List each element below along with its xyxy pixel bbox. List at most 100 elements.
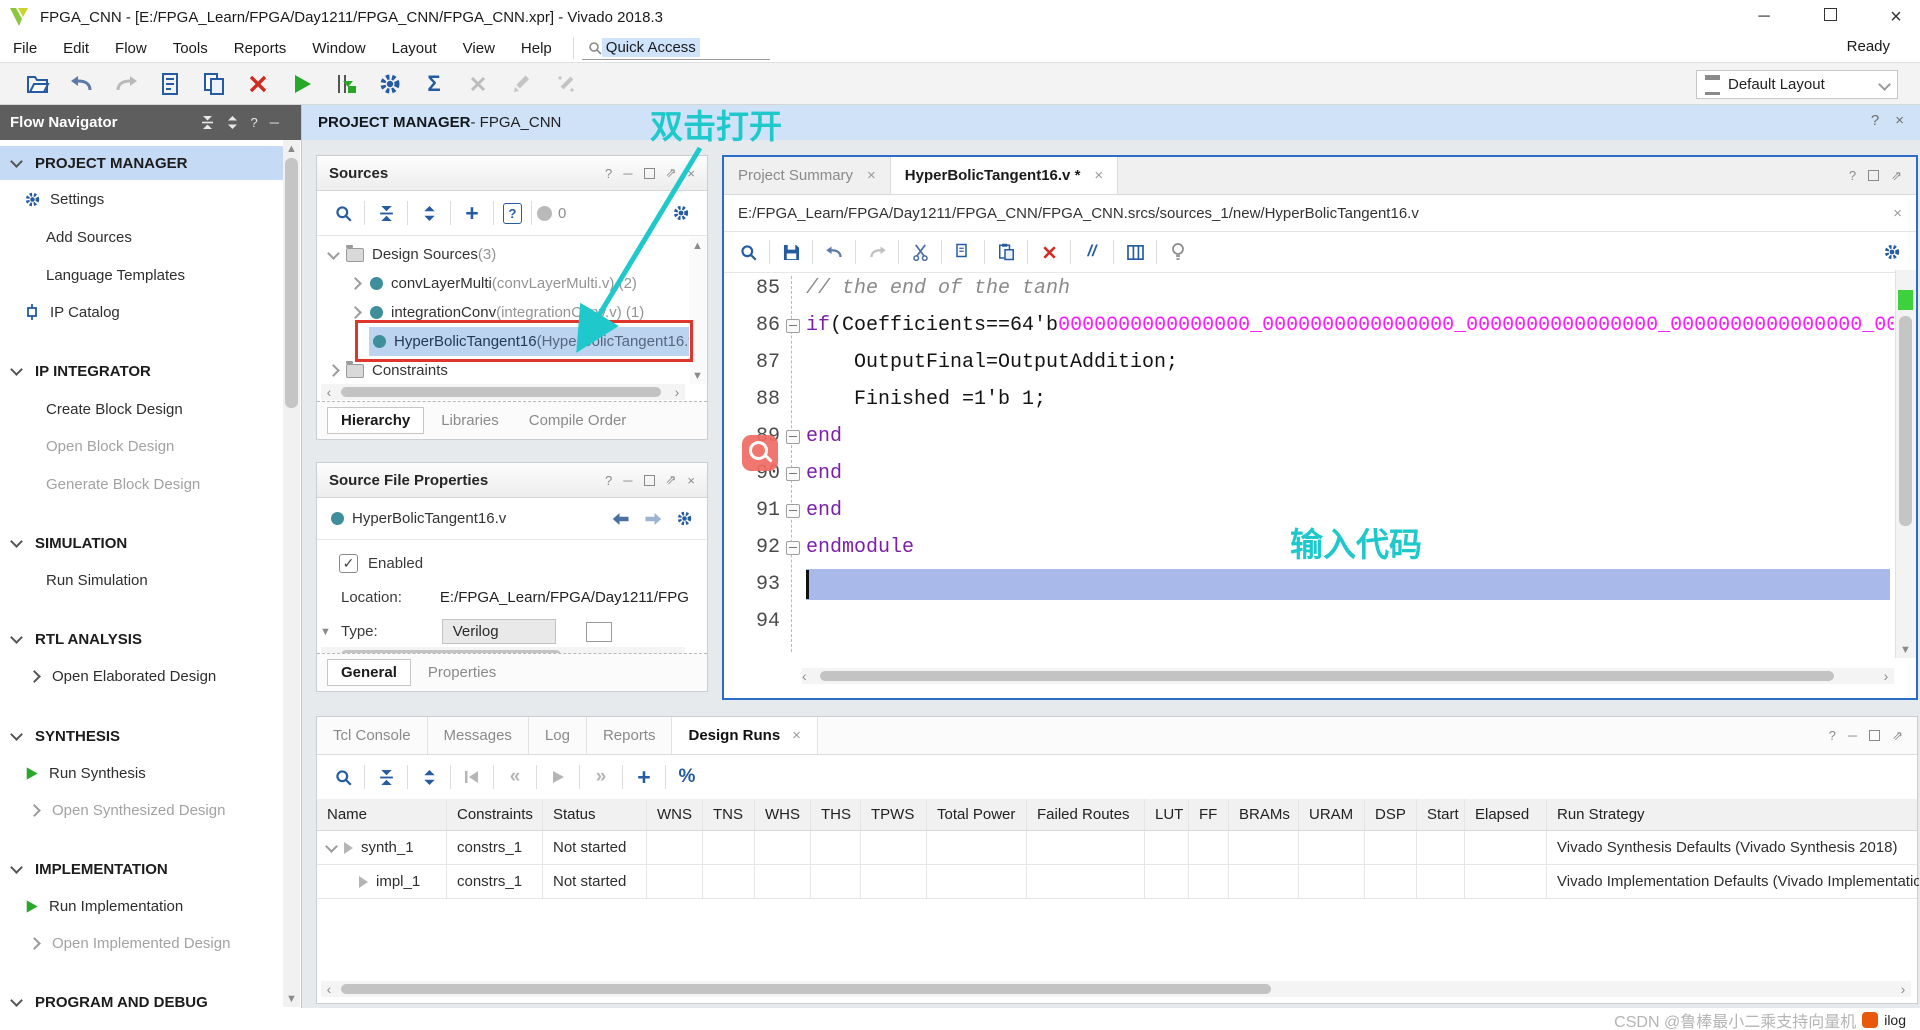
sidebar-item-program-and-debug[interactable]: PROGRAM AND DEBUG	[0, 985, 295, 1008]
help-icon[interactable]: ?	[605, 166, 612, 181]
columns-icon[interactable]	[1123, 240, 1147, 264]
tab-general[interactable]: General	[327, 659, 411, 686]
col-tpws[interactable]: TPWS	[861, 799, 927, 830]
col-wns[interactable]: WNS	[647, 799, 703, 830]
float-panel-icon[interactable]: ⇗	[666, 165, 677, 181]
sidebar-item-synthesis[interactable]: SYNTHESIS	[0, 719, 295, 753]
sidebar-item-language-templates[interactable]: Language Templates	[0, 258, 301, 292]
gear-icon[interactable]	[669, 201, 693, 225]
help-doc-icon[interactable]: ?	[503, 202, 522, 224]
menu-edit[interactable]: Edit	[50, 40, 102, 57]
tab-log[interactable]: Log	[529, 717, 587, 754]
gear-icon[interactable]	[676, 510, 693, 527]
sources-hscrollbar[interactable]: ‹ ›	[321, 384, 685, 400]
minimize-panel-icon[interactable]: ─	[623, 166, 632, 181]
help-icon[interactable]: ?	[251, 115, 258, 130]
tab-hyperbolictangent16[interactable]: HyperBolicTangent16.v * ×	[890, 157, 1119, 194]
copy-icon[interactable]	[951, 240, 975, 264]
float-panel-icon[interactable]: ⇗	[1892, 728, 1903, 744]
scroll-right-icon[interactable]: ›	[1895, 981, 1911, 997]
step-icon[interactable]	[333, 71, 359, 97]
quick-access-search[interactable]: Quick Access	[581, 36, 770, 60]
scroll-down-icon[interactable]: ▼	[689, 367, 706, 384]
percent-icon[interactable]: %	[675, 765, 699, 789]
sidebar-item-project-manager[interactable]: PROJECT MANAGER	[0, 146, 295, 180]
close-tab-icon[interactable]: ×	[792, 727, 801, 744]
type-select[interactable]: Verilog	[441, 619, 556, 644]
sigma-icon[interactable]: Σ	[421, 71, 447, 97]
col-whs[interactable]: WHS	[755, 799, 811, 830]
expand-all-icon[interactable]	[417, 765, 441, 789]
sidebar-item-open-elaborated-design[interactable]: Open Elaborated Design	[0, 659, 301, 693]
code-line-86[interactable]: 86 if (Coefficients==64'b 0000000000000000…	[724, 307, 1894, 344]
editor-vscrollbar[interactable]: ▼	[1895, 270, 1916, 658]
undo-icon[interactable]	[69, 71, 95, 97]
run-icon[interactable]	[289, 71, 315, 97]
fold-marker-icon[interactable]	[786, 429, 800, 444]
fold-marker-icon[interactable]	[786, 540, 800, 555]
code-area[interactable]: 85 // the end of the tanh 86 if (Coeffici…	[724, 270, 1894, 658]
col-failed-routes[interactable]: Failed Routes	[1027, 799, 1145, 830]
menu-file[interactable]: File	[0, 40, 50, 57]
search-icon[interactable]	[331, 765, 355, 789]
scrollbar-thumb[interactable]	[341, 387, 661, 397]
col-uram[interactable]: URAM	[1299, 799, 1365, 830]
col-lut[interactable]: LUT	[1145, 799, 1189, 830]
scrollbar-thumb[interactable]	[341, 984, 1271, 994]
code-line-85[interactable]: 85 // the end of the tanh	[724, 270, 1894, 307]
minimize-button[interactable]: ─	[1750, 8, 1778, 26]
col-brams[interactable]: BRAMs	[1229, 799, 1299, 830]
col-constraints[interactable]: Constraints	[447, 799, 543, 830]
editor-hscrollbar[interactable]: ‹ ›	[802, 668, 1894, 684]
flow-navigator-scrollbar[interactable]: ▲ ▼	[283, 140, 300, 1007]
design-runs-hscrollbar[interactable]: ‹ ›	[321, 981, 1911, 997]
maximize-panel-icon[interactable]	[643, 167, 655, 179]
sidebar-item-run-simulation[interactable]: Run Simulation	[0, 563, 301, 597]
scroll-right-icon[interactable]: ›	[669, 384, 685, 400]
col-run-strategy[interactable]: Run Strategy	[1547, 799, 1919, 830]
scroll-left-icon[interactable]: ‹	[802, 668, 807, 684]
table-row-synth-1[interactable]: synth_1 constrs_1 Not started Vivado Syn…	[317, 831, 1917, 865]
delete-icon[interactable]	[1037, 240, 1061, 264]
close-panel-icon[interactable]: ×	[687, 473, 695, 488]
col-ths[interactable]: THS	[811, 799, 861, 830]
tab-hierarchy[interactable]: Hierarchy	[327, 407, 425, 434]
tab-design-runs[interactable]: Design Runs ×	[672, 717, 818, 754]
sidebar-item-run-synthesis[interactable]: Run Synthesis	[0, 756, 301, 790]
tree-item-convlayermulti[interactable]: convLayerMulti (convLayerMulti.v) (2)	[317, 269, 707, 298]
minimize-panel-icon[interactable]: ─	[270, 115, 279, 130]
minimize-panel-icon[interactable]: ─	[623, 473, 632, 488]
type-spinner[interactable]	[585, 621, 612, 642]
sidebar-item-simulation[interactable]: SIMULATION	[0, 526, 295, 560]
back-arrow-icon[interactable]	[612, 512, 630, 526]
tab-reports[interactable]: Reports	[587, 717, 673, 754]
open-project-icon[interactable]	[25, 71, 51, 97]
expand-all-icon[interactable]	[417, 201, 441, 225]
enabled-checkbox[interactable]: ✓	[339, 554, 358, 573]
scroll-down-icon[interactable]: ▼	[1897, 641, 1914, 658]
scrollbar-thumb[interactable]	[820, 671, 1834, 681]
copy-icon[interactable]	[201, 71, 227, 97]
menu-help[interactable]: Help	[508, 40, 565, 57]
fold-marker-icon[interactable]	[786, 318, 800, 333]
paste-icon[interactable]	[994, 240, 1018, 264]
close-icon[interactable]: ×	[1893, 205, 1902, 222]
tab-messages[interactable]: Messages	[428, 717, 529, 754]
run-play-icon[interactable]	[359, 875, 368, 888]
fold-marker-icon[interactable]	[786, 466, 800, 481]
gear-icon[interactable]	[1880, 240, 1904, 264]
table-row-impl-1[interactable]: impl_1 constrs_1 Not started Vivado Impl…	[317, 865, 1919, 899]
menu-layout[interactable]: Layout	[379, 40, 450, 57]
maximize-panel-icon[interactable]	[643, 474, 655, 486]
maximize-panel-icon[interactable]	[1868, 170, 1880, 181]
collapse-all-icon[interactable]	[374, 765, 398, 789]
sidebar-item-ip-catalog[interactable]: IP Catalog	[0, 295, 301, 329]
delete-icon[interactable]	[245, 71, 271, 97]
col-dsp[interactable]: DSP	[1365, 799, 1417, 830]
run-play-icon[interactable]	[344, 841, 353, 854]
sidebar-item-implementation[interactable]: IMPLEMENTATION	[0, 852, 295, 886]
collapse-all-icon[interactable]	[201, 116, 214, 129]
scrollbar-thumb[interactable]	[285, 158, 298, 408]
float-panel-icon[interactable]: ⇗	[666, 472, 677, 488]
tab-libraries[interactable]: Libraries	[428, 408, 512, 433]
